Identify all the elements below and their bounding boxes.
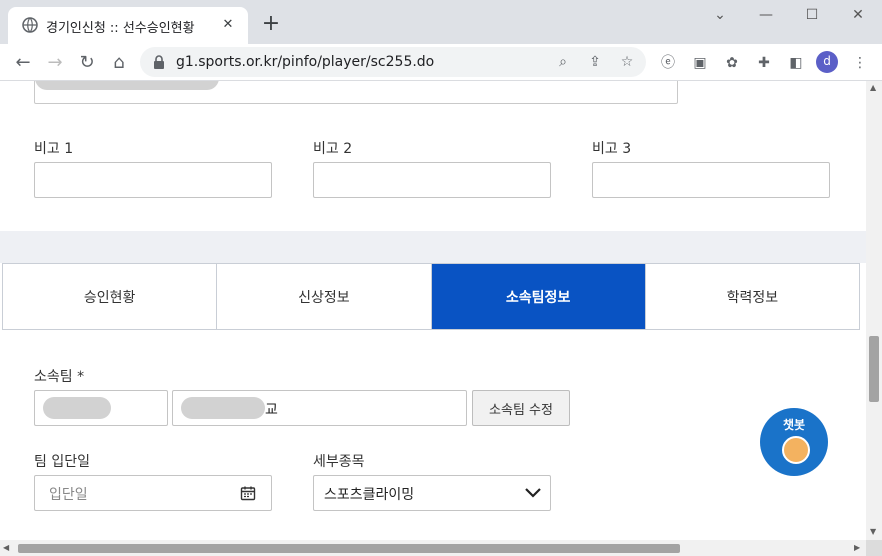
remarks-section: 비고 1 비고 2 비고 3 [0,81,860,231]
remark3-label: 비고 3 [592,141,632,157]
scroll-right-icon[interactable]: ▶ [854,543,860,552]
redacted-text [35,81,219,90]
lock-icon [154,55,164,69]
close-tab-icon[interactable]: ✕ [218,15,238,35]
redacted-text [181,397,265,419]
remark2-input[interactable] [313,162,551,198]
vertical-scrollbar[interactable]: ▲ ▼ [866,81,882,540]
team-name-suffix: 교 [265,402,278,418]
extension-flower-icon[interactable]: ✿ [721,52,743,74]
side-panel-icon[interactable]: ◧ [785,52,807,74]
zoom-icon[interactable]: ⌕ [552,51,574,73]
scrollbar-corner [866,540,882,556]
team-name-input[interactable]: 교 [172,390,467,426]
tab-team-info[interactable]: 소속팀정보 [431,264,646,329]
info-tabs: 승인현황 신상정보 소속팀정보 학력정보 [2,263,860,330]
address-bar[interactable]: g1.sports.or.kr/pinfo/player/sc255.do ⌕ … [140,47,646,77]
share-icon[interactable]: ⇪ [584,51,606,73]
scroll-left-icon[interactable]: ◀ [3,543,9,552]
chevron-down-icon [525,488,541,498]
chevron-down-icon[interactable]: ⌄ [700,4,740,26]
team-region-input[interactable] [34,390,168,426]
chatbot-label: 챗봇 [782,418,806,432]
profile-avatar[interactable]: d [816,51,838,73]
join-date-label: 팀 입단일 [34,454,90,470]
extension-e-icon[interactable]: ⓔ [657,52,679,74]
horizontal-scrollbar[interactable]: ◀ ▶ [0,540,866,556]
globe-icon [22,17,38,33]
join-date-placeholder: 입단일 [49,487,88,503]
tab-personal-info[interactable]: 신상정보 [217,264,432,329]
sub-event-label: 세부종목 [313,454,365,470]
remark1-input[interactable] [34,162,272,198]
chatbot-mascot-icon [782,436,810,464]
horizontal-scroll-thumb[interactable] [18,544,680,553]
team-info-section: 소속팀 * 교 소속팀 수정 팀 입단일 입단일 세부종목 스포츠클라이밍 [0,330,860,540]
tab-education-info[interactable]: 학력정보 [646,264,859,329]
reload-button[interactable]: ↻ [73,49,101,77]
remark1-label: 비고 1 [34,141,74,157]
bookmark-star-icon[interactable]: ☆ [616,51,638,73]
previous-field-input[interactable] [34,81,678,104]
chatbot-button[interactable]: 챗봇 [760,408,828,476]
close-window-button[interactable]: ✕ [838,4,878,26]
team-label: 소속팀 * [34,369,85,385]
extensions-puzzle-icon[interactable]: ✚ [753,52,775,74]
browser-toolbar: ← → ↻ ⌂ g1.sports.or.kr/pinfo/player/sc2… [0,44,882,81]
calendar-icon[interactable] [240,485,256,501]
maximize-button[interactable]: ☐ [792,4,832,26]
remark2-label: 비고 2 [313,141,353,157]
scroll-down-icon[interactable]: ▼ [870,527,876,536]
edit-team-button[interactable]: 소속팀 수정 [472,390,570,426]
tab-title: 경기인신청 :: 선수승인현황 [46,21,195,36]
vertical-scroll-thumb[interactable] [869,336,879,402]
sub-event-value: 스포츠클라이밍 [324,487,415,503]
scroll-up-icon[interactable]: ▲ [870,83,876,92]
new-tab-button[interactable]: + [258,12,284,38]
sub-event-select[interactable]: 스포츠클라이밍 [313,475,551,511]
section-divider [0,231,866,263]
browser-tabstrip: 경기인신청 :: 선수승인현황 ✕ + ⌄ — ☐ ✕ [0,0,882,44]
browser-tab[interactable]: 경기인신청 :: 선수승인현황 ✕ [8,7,248,44]
redacted-text [43,397,111,419]
tab-approval-status[interactable]: 승인현황 [3,264,218,329]
join-date-input[interactable]: 입단일 [34,475,272,511]
page-viewport: 비고 1 비고 2 비고 3 승인현황 신상정보 소속팀정보 학력정보 소속팀 … [0,81,866,540]
menu-kebab-icon[interactable]: ⋮ [849,52,871,74]
minimize-button[interactable]: — [746,4,786,26]
remark3-input[interactable] [592,162,830,198]
url-text: g1.sports.or.kr/pinfo/player/sc255.do [176,54,435,70]
home-button[interactable]: ⌂ [105,49,133,77]
extension-cast-icon[interactable]: ▣ [689,52,711,74]
forward-button[interactable]: → [41,49,69,77]
back-button[interactable]: ← [9,49,37,77]
